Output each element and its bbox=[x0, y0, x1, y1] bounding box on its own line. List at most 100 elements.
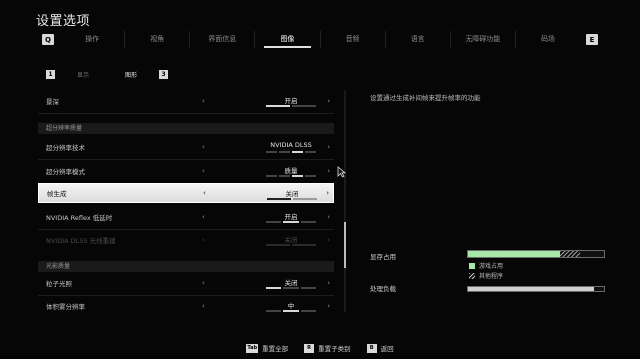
tab-4[interactable]: 音频 bbox=[321, 31, 386, 48]
indicator-segment bbox=[292, 244, 316, 246]
setting-label: 超分辨率模式 bbox=[46, 168, 85, 176]
indicator-segment bbox=[266, 310, 282, 312]
legend-game: 游戏占用 bbox=[469, 261, 503, 270]
setting-label: 帧生成 bbox=[47, 190, 67, 198]
legend-swatch-green bbox=[469, 262, 475, 269]
value-indicator bbox=[267, 198, 317, 200]
chevron-right-icon[interactable]: › bbox=[327, 302, 330, 310]
indicator-segment bbox=[292, 105, 316, 107]
key-tab: Tab bbox=[246, 343, 259, 353]
setting-label: 景深 bbox=[46, 98, 59, 106]
legend-game-label: 游戏占用 bbox=[479, 263, 504, 270]
vram-usage-bar bbox=[467, 250, 605, 258]
setting-frame-generation[interactable]: 帧生成 ‹ 关闭 › bbox=[38, 183, 334, 203]
scrollbar-thumb[interactable] bbox=[344, 222, 346, 268]
setting-upscale-mode[interactable]: 超分辨率模式 ‹ 质量 › bbox=[38, 161, 334, 181]
hint-back[interactable]: B 返回 bbox=[366, 343, 394, 353]
indicator-segment bbox=[283, 287, 299, 289]
chevron-right-icon[interactable]: › bbox=[327, 213, 330, 221]
chevron-left-icon[interactable]: ‹ bbox=[202, 213, 205, 221]
setting-label: 粒子光照 bbox=[46, 280, 72, 288]
subtab-graphics[interactable]: 图形 bbox=[111, 70, 151, 79]
indicator-segment bbox=[266, 244, 290, 246]
setting-value: 关闭 bbox=[284, 236, 298, 244]
tab-7[interactable]: 码场 bbox=[516, 31, 580, 48]
value-indicator bbox=[266, 310, 316, 312]
key-r: R bbox=[304, 343, 315, 353]
setting-control[interactable]: ‹ 开启 › bbox=[168, 207, 334, 227]
indicator-segment bbox=[292, 151, 303, 153]
setting-particle-lighting[interactable]: 粒子光照 ‹ 关闭 › bbox=[38, 273, 334, 293]
legend-swatch-hatched bbox=[469, 272, 475, 279]
chevron-left-icon: ‹ bbox=[202, 236, 205, 244]
next-tab-key[interactable]: E bbox=[586, 34, 598, 45]
indicator-segment bbox=[305, 175, 316, 177]
setting-control[interactable]: ‹ 质量 › bbox=[168, 161, 334, 181]
chevron-right-icon[interactable]: › bbox=[327, 143, 330, 151]
value-indicator bbox=[266, 244, 316, 246]
value-indicator bbox=[266, 287, 316, 289]
chevron-right-icon[interactable]: › bbox=[327, 167, 330, 175]
setting-nvidia-reflex[interactable]: NVIDIA Reflex 低延时 ‹ 开启 › bbox=[38, 207, 334, 227]
scrollbar-track[interactable] bbox=[344, 90, 346, 312]
tab-6[interactable]: 无障碍功能 bbox=[451, 31, 516, 48]
tab-5[interactable]: 语言 bbox=[386, 31, 451, 48]
setting-depth-of-field[interactable]: 景深 ‹ 开启 › bbox=[38, 91, 334, 111]
chevron-left-icon[interactable]: ‹ bbox=[202, 143, 205, 151]
prev-subtab-key[interactable]: 1 bbox=[46, 70, 55, 79]
setting-control[interactable]: ‹ NVIDIA DLSS › bbox=[168, 137, 334, 157]
setting-value: 中 bbox=[287, 302, 295, 310]
setting-control[interactable]: ‹ 关闭 › bbox=[168, 273, 334, 293]
main-tab-bar: Q 操作 视角 界面信息 图像 音频 语言 无障碍功能 码场 E bbox=[42, 31, 598, 48]
chevron-left-icon[interactable]: ‹ bbox=[202, 279, 205, 287]
vram-other-fill bbox=[560, 251, 580, 257]
hint-reset-subcategory[interactable]: R 重置子类别 bbox=[304, 343, 351, 353]
value-indicator bbox=[266, 105, 316, 107]
chevron-left-icon[interactable]: ‹ bbox=[203, 189, 206, 197]
processing-load-bar bbox=[467, 286, 605, 292]
setting-control[interactable]: ‹ 关闭 › bbox=[169, 184, 333, 202]
section-lighting-quality: 光影质量 bbox=[38, 261, 334, 272]
hint-reset-all[interactable]: Tab 重置全部 bbox=[246, 343, 288, 353]
chevron-right-icon: › bbox=[327, 236, 330, 244]
tab-2[interactable]: 界面信息 bbox=[190, 31, 256, 48]
indicator-segment bbox=[283, 221, 299, 223]
mouse-cursor-icon bbox=[337, 166, 346, 178]
subtab-display[interactable]: 显示 bbox=[63, 70, 103, 79]
vram-game-fill bbox=[468, 251, 561, 257]
setting-value: 关闭 bbox=[284, 279, 298, 287]
prev-tab-key[interactable]: Q bbox=[42, 34, 54, 45]
indicator-segment bbox=[266, 105, 290, 107]
value-indicator bbox=[266, 175, 316, 177]
setting-value: 关闭 bbox=[285, 190, 299, 198]
legend-other: 其他程序 bbox=[469, 271, 503, 280]
chevron-left-icon[interactable]: ‹ bbox=[202, 302, 205, 310]
chevron-left-icon[interactable]: ‹ bbox=[202, 167, 205, 175]
sub-tab-bar: 1 显示 图形 3 bbox=[46, 70, 169, 79]
next-subtab-key[interactable]: 3 bbox=[159, 70, 169, 79]
value-indicator bbox=[266, 151, 316, 153]
chevron-right-icon[interactable]: › bbox=[326, 189, 329, 197]
tab-1[interactable]: 视角 bbox=[125, 31, 191, 48]
setting-dlss-ray-reconstruction: NVIDIA DLSS 光线重建 ‹ 关闭 › bbox=[38, 230, 334, 250]
divider bbox=[38, 113, 334, 114]
main-tabs: 操作 视角 界面信息 图像 音频 语言 无障碍功能 码场 bbox=[60, 31, 580, 48]
indicator-segment bbox=[266, 151, 277, 153]
section-upscale-quality: 超分辨率质量 bbox=[38, 123, 334, 134]
indicator-segment bbox=[266, 221, 282, 223]
setting-volumetric-fog[interactable]: 体积雾分辨率 ‹ 中 › bbox=[38, 296, 334, 316]
vram-usage-label: 显存占用 bbox=[370, 253, 396, 261]
processing-load-fill bbox=[468, 287, 595, 291]
setting-upscale-tech[interactable]: 超分辨率技术 ‹ NVIDIA DLSS › bbox=[38, 137, 334, 157]
setting-label: 超分辨率技术 bbox=[46, 144, 85, 152]
setting-control[interactable]: ‹ 中 › bbox=[168, 296, 334, 316]
tab-3[interactable]: 图像 bbox=[255, 31, 321, 48]
chevron-right-icon[interactable]: › bbox=[327, 279, 330, 287]
page-title: 设置选项 bbox=[36, 14, 91, 29]
chevron-left-icon[interactable]: ‹ bbox=[202, 97, 205, 105]
chevron-right-icon[interactable]: › bbox=[327, 97, 330, 105]
tab-0[interactable]: 操作 bbox=[60, 31, 126, 48]
hint-label: 重置全部 bbox=[262, 345, 289, 353]
setting-control[interactable]: ‹ 开启 › bbox=[168, 91, 334, 111]
indicator-segment bbox=[267, 198, 291, 200]
